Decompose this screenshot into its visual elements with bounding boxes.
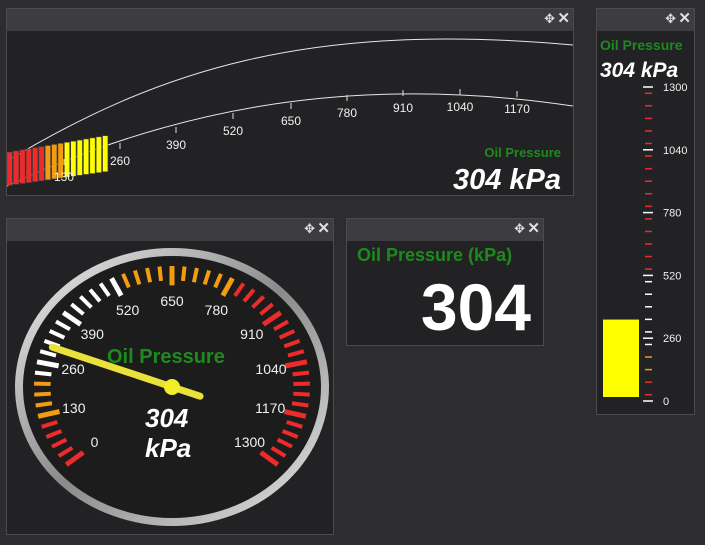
dial-gauge-tick xyxy=(34,370,52,377)
arc-gauge-segment xyxy=(7,151,13,186)
digital-gauge-value: 304 xyxy=(420,270,531,344)
arc-gauge-tick-label: 520 xyxy=(223,124,243,138)
move-icon[interactable]: ✥ xyxy=(544,11,555,27)
dial-gauge-tick xyxy=(157,266,163,282)
arc-gauge-segment xyxy=(19,149,26,184)
dial-gauge-tick-label: 390 xyxy=(81,326,105,342)
dial-gauge-tick-label: 0 xyxy=(91,434,99,450)
arc-gauge-tick-label: 1040 xyxy=(447,100,474,114)
linear-gauge-panel: ✥ ✕ Oil Pressure 304 kPa 1300 1040 780 520 2… xyxy=(596,8,695,415)
dial-gauge-tick-label: 520 xyxy=(116,302,140,318)
arc-gauge-tick-label: 390 xyxy=(166,138,186,152)
arc-gauge-tick-label: 130 xyxy=(54,170,74,184)
move-icon[interactable]: ✥ xyxy=(514,221,525,237)
arc-gauge-segment xyxy=(38,146,45,182)
arc-gauge-segment xyxy=(89,137,96,174)
dial-gauge-tick xyxy=(292,370,310,377)
move-icon[interactable]: ✥ xyxy=(304,221,315,237)
linear-gauge-tick-label: 0 xyxy=(663,396,669,408)
linear-gauge-tick-label: 780 xyxy=(663,208,681,220)
dial-gauge-tick-label: 1300 xyxy=(234,434,265,450)
dial-gauge-tick-label: 1040 xyxy=(255,361,286,377)
linear-gauge-label: Oil Pressure xyxy=(600,37,683,53)
dial-gauge-unit: kPa xyxy=(145,433,192,463)
arc-gauge-tick-label: 1170 xyxy=(504,102,530,116)
dial-gauge-value: 304 xyxy=(145,403,189,433)
linear-gauge-fill xyxy=(603,319,639,397)
arc-gauge-tick-label: 650 xyxy=(281,114,301,128)
dial-hub xyxy=(164,379,180,395)
digital-gauge-panel: ✥ ✕ Oil Pressure (kPa) 304 xyxy=(346,218,544,346)
arc-gauge-segment xyxy=(83,138,90,175)
dial-gauge-tick-label: 130 xyxy=(62,400,86,416)
move-icon[interactable]: ✥ xyxy=(665,11,676,27)
close-icon[interactable]: ✕ xyxy=(678,11,691,27)
arc-gauge-segment xyxy=(44,145,51,181)
panel-titlebar[interactable]: ✥ ✕ xyxy=(7,219,333,241)
arc-gauge-tick-label: 910 xyxy=(393,101,413,115)
linear-gauge-tick-label: 260 xyxy=(663,333,681,345)
dial-gauge-tick-label: 260 xyxy=(61,361,85,377)
dial-gauge-tick xyxy=(181,266,187,282)
arc-gauge-segment xyxy=(32,147,39,182)
dial-gauge-panel: ✥ ✕ 0 130 260 390 520 650 780 910 1040 1170 1300 O… xyxy=(6,218,334,535)
linear-gauge-tick-label: 1040 xyxy=(663,145,687,157)
dial-gauge-tick xyxy=(293,391,310,397)
linear-gauge-tick-label: 1300 xyxy=(663,82,687,94)
linear-gauge: 1300 1040 780 520 260 0 xyxy=(603,82,687,408)
dial-gauge-tick-label: 650 xyxy=(160,293,184,309)
close-icon[interactable]: ✕ xyxy=(557,11,570,27)
dial-gauge-label: Oil Pressure xyxy=(107,346,225,368)
arc-gauge-segment xyxy=(95,136,102,173)
dial-gauge-tick xyxy=(35,401,53,408)
dial-gauge-tick xyxy=(291,401,309,408)
dial-gauge-tick-label: 1170 xyxy=(255,400,285,416)
panel-titlebar[interactable]: ✥ ✕ xyxy=(597,9,694,31)
dial-gauge-tick-label: 780 xyxy=(205,302,229,318)
close-icon[interactable]: ✕ xyxy=(527,221,540,237)
arc-gauge-segment xyxy=(102,135,109,173)
linear-gauge-tick-label: 520 xyxy=(663,270,681,282)
arc-gauge-value: 304 kPa xyxy=(452,164,561,196)
arc-gauge-segment xyxy=(76,139,83,176)
digital-gauge-label: Oil Pressure (kPa) xyxy=(357,245,513,265)
dial-gauge-tick xyxy=(34,391,51,397)
arc-gauge-segment xyxy=(13,150,20,185)
arc-gauge-segment xyxy=(25,148,32,183)
panel-titlebar[interactable]: ✥ ✕ xyxy=(7,9,573,31)
arc-gauge-panel: ✥ ✕ 130 260 390 520 650 780 910 1040 1170 Oil Pr… xyxy=(6,8,574,196)
arc-gauge-tick-label: 780 xyxy=(337,106,357,120)
dial-gauge: 0 130 260 390 520 650 780 910 1040 1170 1300 xyxy=(15,248,329,526)
arc-gauge-tick-label: 260 xyxy=(110,154,130,168)
arc-gauge-label: Oil Pressure xyxy=(484,145,561,160)
close-icon[interactable]: ✕ xyxy=(317,221,330,237)
dial-gauge-tick-label: 910 xyxy=(240,326,264,342)
panel-titlebar[interactable]: ✥ ✕ xyxy=(347,219,543,241)
